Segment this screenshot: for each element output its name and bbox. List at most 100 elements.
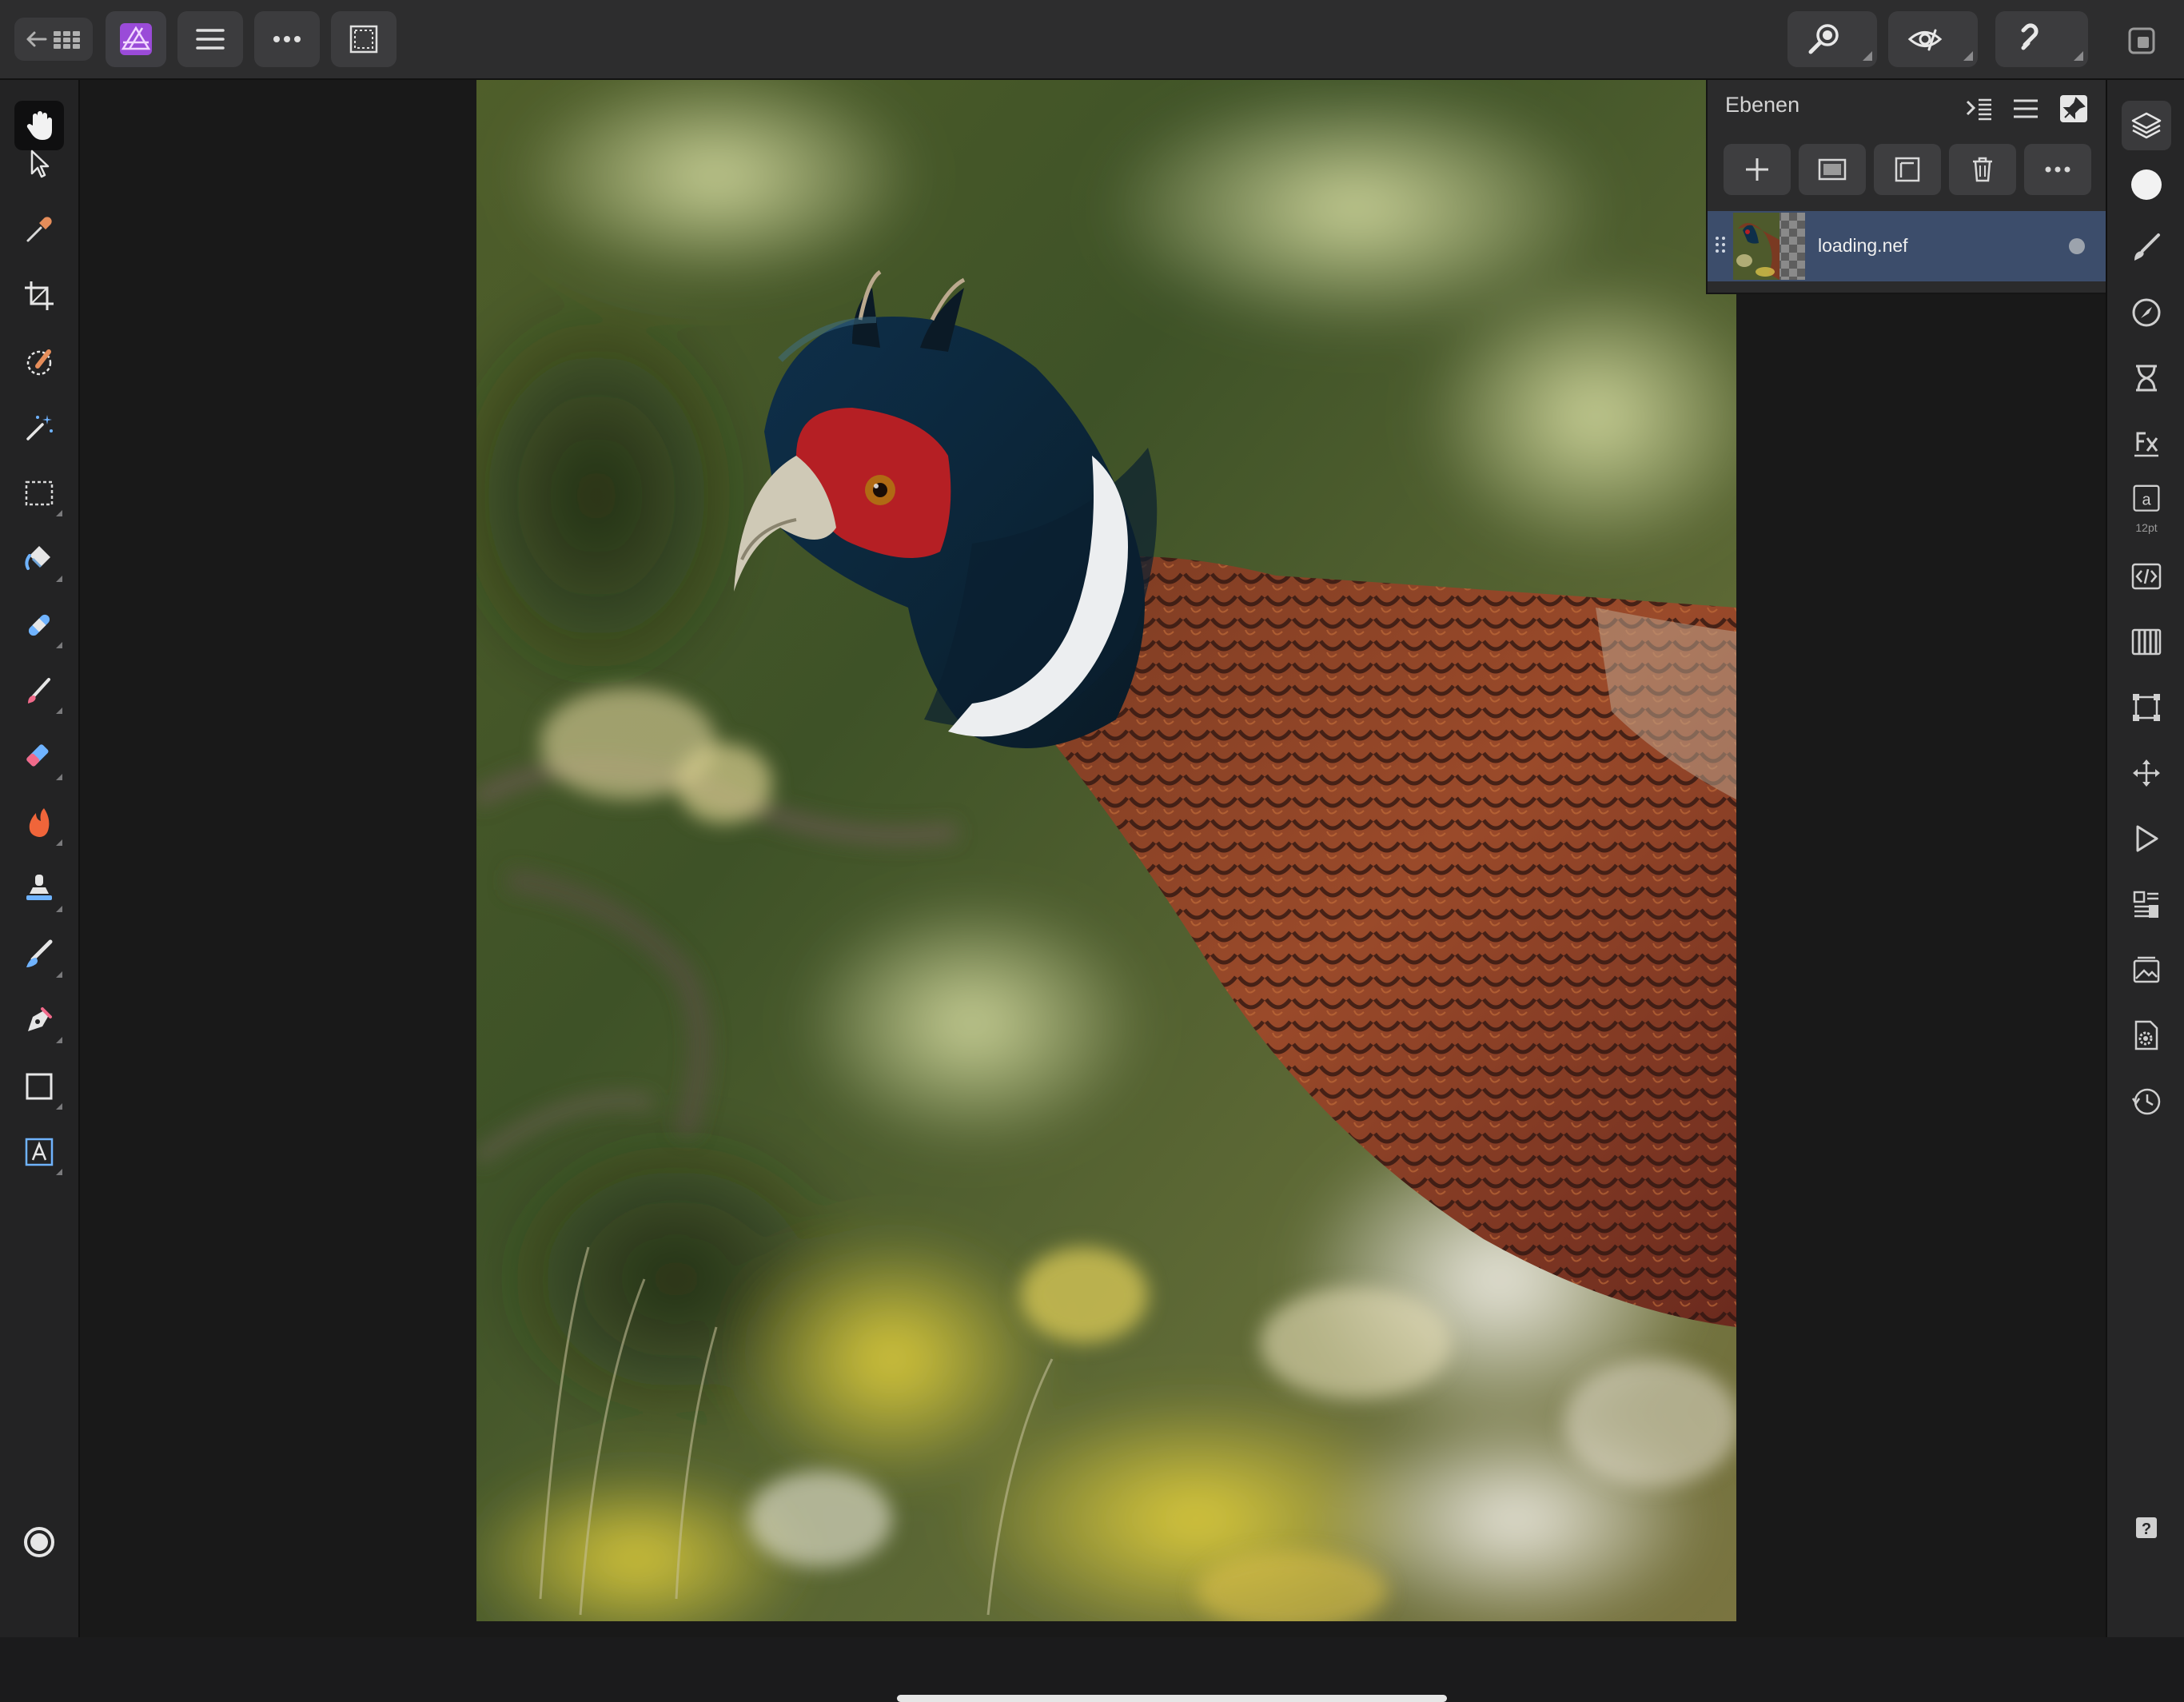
help-button[interactable]: ? (2122, 1503, 2171, 1553)
hamburger-menu-icon (196, 29, 225, 50)
clone-tool[interactable] (14, 864, 64, 914)
magic-wand-icon (26, 415, 53, 440)
ellipsis-icon (2045, 166, 2070, 173)
color-studio-button[interactable] (2122, 160, 2171, 209)
assets-studio-button[interactable] (2122, 945, 2171, 994)
play-macro-studio-button[interactable] (2122, 814, 2171, 863)
rectangular-marquee-tool[interactable] (14, 468, 64, 518)
flame-icon (29, 808, 50, 837)
pen-tool[interactable] (14, 995, 64, 1045)
healing-tool[interactable] (14, 600, 64, 650)
text-a-icon: a (2133, 484, 2160, 512)
collapse-panel-button[interactable] (1962, 91, 1997, 126)
crop-tool[interactable] (14, 271, 64, 321)
collapse-list-icon (1966, 98, 1991, 121)
channels-icon (2131, 628, 2162, 656)
layers-studio-button[interactable] (2122, 101, 2171, 150)
brushes-studio-button[interactable] (2122, 222, 2171, 272)
adjustment-dial-icon (2132, 298, 2161, 327)
selection-brush-tool[interactable] (14, 337, 64, 386)
brush-icon (2134, 233, 2160, 261)
fill-submenu-indicator (56, 576, 62, 582)
group-layers-button[interactable] (1874, 144, 1941, 195)
more-layer-options-button[interactable] (2024, 144, 2091, 195)
studio-bar: a 12pt ? (2106, 80, 2184, 1637)
clone-submenu-indicator (56, 906, 62, 912)
snapping-magnet-icon (2021, 23, 2039, 50)
view-submenu-indicator (1963, 51, 1973, 61)
text-styles-studio-button[interactable]: a 12pt (2122, 484, 2171, 534)
smudge-icon (26, 939, 53, 967)
brush-submenu-indicator (56, 708, 62, 714)
panel-menu-button[interactable] (2008, 91, 2043, 126)
frame-text-tool[interactable] (14, 1127, 64, 1177)
view-mode-button[interactable] (1888, 11, 1978, 67)
zoom-submenu-indicator (1863, 51, 1872, 61)
history-clock-icon (2131, 1088, 2161, 1115)
marquee-icon (25, 480, 54, 506)
burn-tool[interactable] (14, 798, 64, 847)
color-circle-icon (24, 1527, 54, 1557)
canvas-area[interactable] (80, 80, 2106, 1702)
stock-studio-button[interactable] (2122, 879, 2171, 929)
white-circle-icon (2131, 169, 2162, 200)
smudge-tool[interactable] (14, 930, 64, 979)
eraser-submenu-indicator (56, 774, 62, 780)
effects-studio-button[interactable] (2122, 419, 2171, 468)
pheasant-thumbnail (1733, 213, 1779, 280)
drag-handle-icon[interactable] (1714, 235, 1727, 254)
rectangle-tool[interactable] (14, 1062, 64, 1111)
add-layer-button[interactable] (1724, 144, 1791, 195)
window-mode-button[interactable] (2123, 22, 2160, 59)
more-options-button[interactable] (254, 11, 320, 67)
window-mode-icon (2128, 27, 2155, 54)
snapping-button[interactable] (1995, 11, 2088, 67)
move-tool[interactable] (14, 139, 64, 189)
delete-layer-button[interactable] (1949, 144, 2016, 195)
trash-icon (1973, 157, 1992, 182)
document-settings-studio-button[interactable] (2122, 1010, 2171, 1060)
burn-submenu-indicator (56, 839, 62, 846)
layer-row[interactable]: loading.nef (1708, 211, 2106, 281)
back-to-gallery-button[interactable] (14, 18, 93, 61)
hamburger-menu-icon (2014, 99, 2038, 118)
snapping-submenu-indicator (2074, 51, 2083, 61)
zoom-button[interactable] (1787, 11, 1877, 67)
photo-persona-button[interactable] (106, 11, 166, 67)
eraser-icon (26, 744, 49, 767)
color-picker-tool[interactable] (14, 205, 64, 254)
panel-title: Ebenen (1725, 93, 1800, 117)
document-gear-icon (2134, 1020, 2158, 1050)
navigator-studio-button[interactable] (2122, 748, 2171, 798)
rectangle-icon (26, 1073, 53, 1100)
smudge-submenu-indicator (56, 971, 62, 978)
pheasant-photo (476, 80, 1736, 1621)
eye-hidden-icon (1907, 29, 1943, 51)
layer-visibility-toggle[interactable] (2069, 238, 2085, 254)
photo-canvas[interactable] (476, 80, 1736, 1621)
channels-studio-button[interactable] (2122, 617, 2171, 667)
shape-submenu-indicator (56, 1103, 62, 1110)
flood-fill-tool[interactable] (14, 534, 64, 584)
macros-studio-button[interactable] (2122, 552, 2171, 601)
transform-studio-button[interactable] (2122, 683, 2171, 732)
filters-studio-button[interactable] (2122, 353, 2171, 403)
history-studio-button[interactable] (2122, 1076, 2171, 1126)
pin-panel-button[interactable] (2056, 91, 2091, 126)
image-stack-icon (2133, 956, 2160, 983)
main-menu-button[interactable] (177, 11, 243, 67)
color-wheel-button[interactable] (14, 1517, 64, 1567)
selection-mode-button[interactable] (331, 11, 397, 67)
pen-submenu-indicator (56, 1037, 62, 1043)
selection-marquee-icon (349, 25, 378, 54)
svg-text:a: a (2142, 491, 2151, 508)
adjustments-studio-button[interactable] (2122, 288, 2171, 337)
add-mask-button[interactable] (1799, 144, 1866, 195)
paint-brush-tool[interactable] (14, 666, 64, 715)
affinity-photo-logo-icon (120, 23, 152, 55)
erase-brush-tool[interactable] (14, 732, 64, 782)
eyedropper-icon (26, 217, 52, 242)
layers-icon (2131, 112, 2162, 139)
tools-panel (0, 80, 80, 1637)
flood-select-tool[interactable] (14, 403, 64, 452)
